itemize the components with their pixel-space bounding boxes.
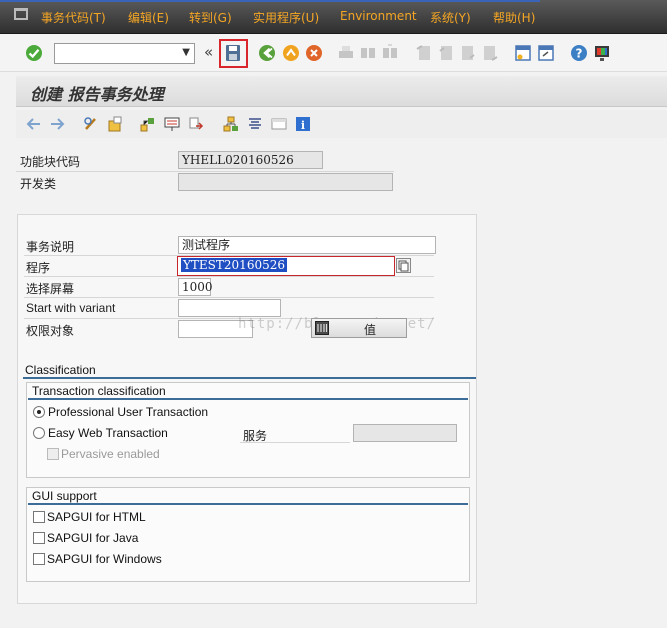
gui-java-checkbox[interactable] bbox=[33, 532, 45, 544]
window-accent-line bbox=[0, 0, 540, 2]
menu-system[interactable]: 系统(Y) bbox=[430, 9, 471, 26]
previous-object-icon[interactable] bbox=[26, 116, 42, 132]
description-value: 测试程序 bbox=[182, 238, 231, 252]
easy-web-radio[interactable] bbox=[33, 427, 45, 439]
svg-text:?: ? bbox=[576, 47, 583, 61]
hierarchy-icon[interactable] bbox=[223, 116, 239, 132]
customize-layout-icon[interactable] bbox=[592, 43, 612, 63]
professional-radio[interactable] bbox=[33, 406, 45, 418]
gui-html-label: SAPGUI for HTML bbox=[47, 510, 146, 524]
chevron-down-icon[interactable]: ▼ bbox=[182, 47, 190, 58]
application-toolbar: i bbox=[16, 110, 667, 138]
package-value: YHELL020160526 bbox=[182, 153, 294, 167]
selection-screen-label: 选择屏幕 bbox=[26, 282, 75, 296]
collapse-icon[interactable]: « bbox=[204, 43, 213, 61]
easy-web-label: Easy Web Transaction bbox=[48, 426, 168, 440]
next-object-icon[interactable] bbox=[49, 116, 65, 132]
command-field[interactable]: ▼ bbox=[54, 43, 195, 64]
classification-rule bbox=[23, 377, 476, 379]
save-icon[interactable] bbox=[223, 43, 243, 63]
print-icon[interactable] bbox=[336, 43, 356, 63]
package-field: YHELL020160526 bbox=[178, 151, 323, 169]
professional-label: Professional User Transaction bbox=[48, 405, 209, 419]
menu-help[interactable]: 帮助(H) bbox=[493, 9, 535, 26]
gui-html-checkbox[interactable] bbox=[33, 511, 45, 523]
information-icon[interactable]: i bbox=[295, 116, 311, 132]
page-title: 创建 报告事务处理 bbox=[30, 85, 164, 104]
values-button[interactable]: 值 bbox=[311, 318, 407, 338]
prev-page-icon[interactable] bbox=[436, 43, 456, 63]
system-menu-icon[interactable] bbox=[14, 8, 28, 20]
menu-environment[interactable]: Environment bbox=[340, 9, 417, 23]
row-divider bbox=[240, 442, 350, 443]
enter-check-icon[interactable] bbox=[24, 43, 44, 63]
row-divider bbox=[24, 276, 434, 277]
transaction-classification-rule bbox=[28, 398, 468, 400]
other-object-icon[interactable] bbox=[107, 116, 123, 132]
package-label: 功能块代码 bbox=[20, 155, 81, 169]
back-icon[interactable] bbox=[257, 43, 277, 63]
values-icon bbox=[315, 321, 329, 335]
dev-class-label: 开发类 bbox=[20, 177, 57, 191]
standard-toolbar: ▼ « ? bbox=[0, 34, 667, 72]
value-help-icon[interactable] bbox=[396, 258, 411, 273]
description-input[interactable]: 测试程序 bbox=[178, 236, 436, 254]
svg-text:i: i bbox=[301, 119, 305, 132]
list-icon[interactable] bbox=[247, 116, 263, 132]
title-bar: 创建 报告事务处理 bbox=[16, 76, 667, 107]
menu-goto[interactable]: 转到(G) bbox=[189, 9, 232, 26]
find-icon[interactable] bbox=[358, 43, 378, 63]
gui-support-rule bbox=[28, 503, 468, 505]
first-page-icon[interactable] bbox=[414, 43, 434, 63]
variant-input[interactable] bbox=[178, 299, 281, 317]
navigation-icon[interactable] bbox=[188, 116, 204, 132]
menu-edit[interactable]: 编辑(E) bbox=[128, 9, 169, 26]
description-label: 事务说明 bbox=[26, 240, 75, 254]
display-change-icon[interactable] bbox=[83, 116, 99, 132]
gui-windows-checkbox[interactable] bbox=[33, 553, 45, 565]
object-hierarchy-icon[interactable] bbox=[140, 116, 156, 132]
classification-title: Classification bbox=[25, 363, 96, 377]
transaction-classification-title: Transaction classification bbox=[32, 384, 166, 398]
variant-label: Start with variant bbox=[26, 301, 116, 315]
service-field bbox=[353, 424, 457, 442]
program-label: 程序 bbox=[26, 261, 51, 275]
row-divider bbox=[24, 297, 434, 298]
cancel-icon[interactable] bbox=[304, 43, 324, 63]
gui-windows-label: SAPGUI for Windows bbox=[47, 552, 162, 566]
last-page-icon[interactable] bbox=[480, 43, 500, 63]
menu-utilities[interactable]: 实用程序(U) bbox=[253, 9, 319, 26]
selection-screen-value: 1000 bbox=[182, 280, 213, 294]
gui-support-title: GUI support bbox=[32, 489, 97, 503]
selection-screen-input[interactable]: 1000 bbox=[178, 278, 213, 296]
exit-icon[interactable] bbox=[281, 43, 301, 63]
find-next-icon[interactable] bbox=[380, 43, 400, 63]
program-input[interactable]: YTEST20160526 bbox=[177, 256, 395, 276]
gui-java-label: SAPGUI for Java bbox=[47, 531, 139, 545]
authorization-label: 权限对象 bbox=[26, 324, 75, 338]
row-divider bbox=[16, 171, 394, 172]
pervasive-label: Pervasive enabled bbox=[61, 447, 160, 461]
shortcut-icon[interactable] bbox=[536, 43, 556, 63]
menu-transaction[interactable]: 事务代码(T) bbox=[41, 9, 106, 26]
create-session-icon[interactable] bbox=[513, 43, 533, 63]
program-value: YTEST20160526 bbox=[181, 258, 287, 272]
dev-class-field bbox=[178, 173, 393, 191]
next-page-icon[interactable] bbox=[458, 43, 478, 63]
pervasive-checkbox bbox=[47, 448, 59, 460]
menu-bar: 事务代码(T) 编辑(E) 转到(G) 实用程序(U) Environment … bbox=[0, 0, 667, 34]
window-icon[interactable] bbox=[271, 116, 287, 132]
values-button-label: 值 bbox=[364, 323, 377, 337]
where-used-icon[interactable] bbox=[164, 116, 180, 132]
help-icon[interactable]: ? bbox=[569, 43, 589, 63]
